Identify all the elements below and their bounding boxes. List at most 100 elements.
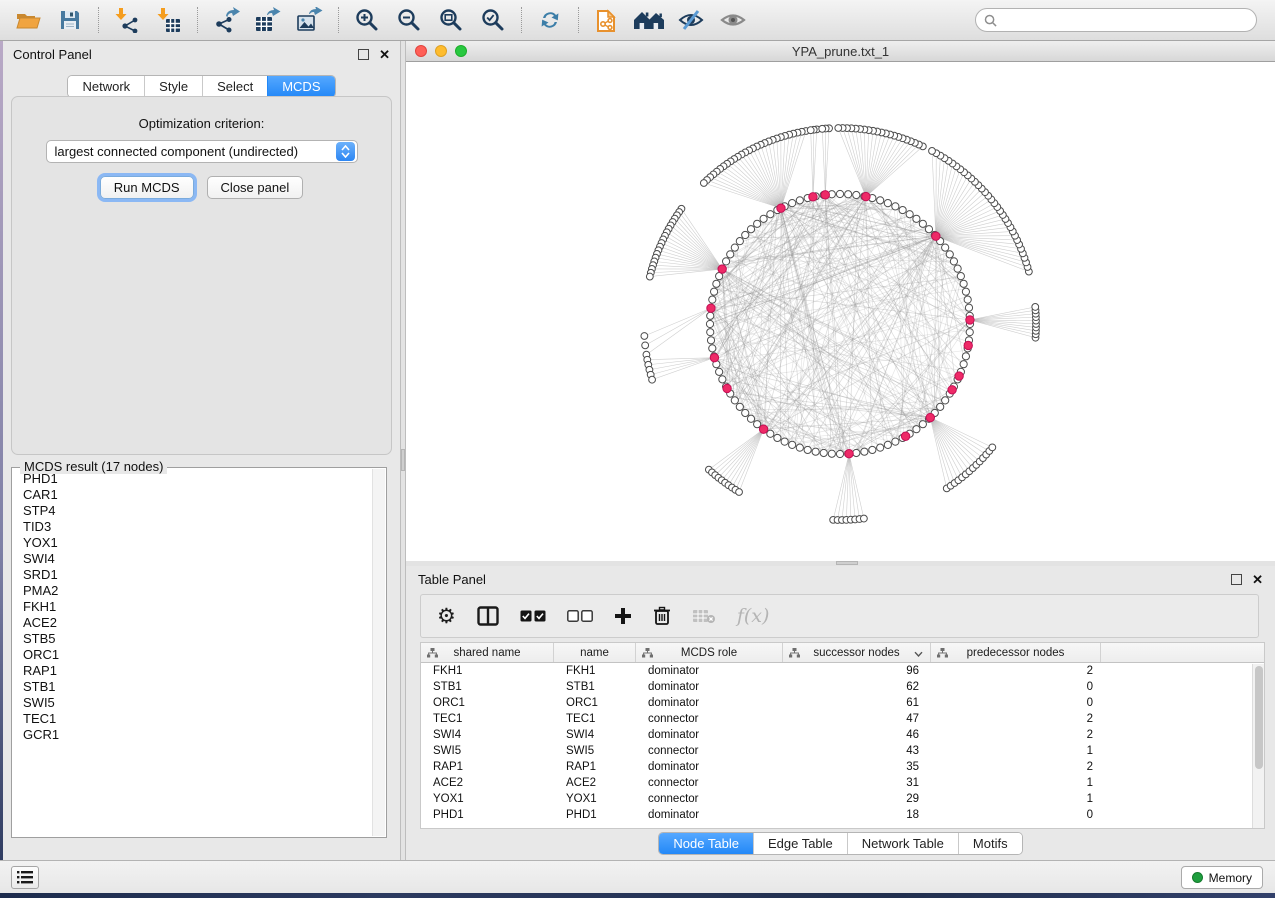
export-table-icon[interactable] (250, 4, 286, 36)
status-bar: Memory (0, 860, 1275, 893)
show-columns-icon[interactable] (477, 601, 499, 631)
result-node-item[interactable]: ORC1 (13, 647, 371, 663)
run-mcds-button[interactable]: Run MCDS (100, 176, 194, 199)
result-node-item[interactable]: SRD1 (13, 567, 371, 583)
deselect-all-icon[interactable] (567, 601, 593, 631)
table-panel-title: Table Panel (418, 572, 486, 587)
memory-button[interactable]: Memory (1181, 866, 1263, 889)
cell-predecessor-nodes: 1 (931, 743, 1101, 759)
column-header-name[interactable]: name (554, 643, 636, 662)
network-window-titlebar[interactable]: YPA_prune.txt_1 (406, 41, 1275, 62)
zoom-out-icon[interactable] (391, 4, 427, 36)
tab-select[interactable]: Select (202, 76, 267, 97)
splitter-grip[interactable] (836, 561, 858, 565)
cell-shared-name: RAP1 (421, 759, 554, 775)
cell-predecessor-nodes: 1 (931, 791, 1101, 807)
zoom-selected-icon[interactable] (475, 4, 511, 36)
column-header-successor-nodes[interactable]: successor nodes (783, 643, 931, 662)
save-icon[interactable] (52, 4, 88, 36)
zoom-in-icon[interactable] (349, 4, 385, 36)
column-header-shared-name[interactable]: shared name (421, 643, 554, 662)
result-node-item[interactable]: PHD1 (13, 471, 371, 487)
refresh-icon[interactable] (532, 4, 568, 36)
add-column-icon[interactable] (614, 601, 632, 631)
table-panel-tabs: Node TableEdge TableNetwork TableMotifs (658, 832, 1022, 855)
result-node-item[interactable]: RAP1 (13, 663, 371, 679)
toolbar-separator (98, 7, 99, 33)
scrollbar-thumb[interactable] (1255, 666, 1263, 769)
float-panel-icon[interactable] (358, 49, 369, 60)
task-history-button[interactable] (11, 866, 39, 889)
table-row[interactable]: ORC1ORC1dominator610 (421, 695, 1264, 711)
hide-eye-icon[interactable] (673, 4, 709, 36)
cell-shared-name: PHD1 (421, 807, 554, 823)
open-folder-icon[interactable] (10, 4, 46, 36)
cell-predecessor-nodes: 2 (931, 727, 1101, 743)
tab-mcds[interactable]: MCDS (267, 76, 334, 97)
close-panel-icon[interactable]: ✕ (379, 49, 390, 60)
cell-shared-name: YOX1 (421, 791, 554, 807)
selected-criterion: largest connected component (undirected) (47, 144, 336, 159)
select-all-icon[interactable] (520, 601, 546, 631)
close-panel-icon[interactable]: ✕ (1252, 574, 1263, 585)
delete-column-icon[interactable] (653, 601, 671, 631)
search-input[interactable] (1002, 13, 1248, 27)
desktop-edge (0, 893, 1275, 898)
network-canvas[interactable] (406, 62, 1275, 561)
optimization-criterion-select[interactable]: largest connected component (undirected) (46, 140, 358, 163)
result-node-item[interactable]: YOX1 (13, 535, 371, 551)
result-node-item[interactable]: CAR1 (13, 487, 371, 503)
show-eye-icon[interactable] (715, 4, 751, 36)
import-network-icon[interactable] (109, 4, 145, 36)
tab-node-table[interactable]: Node Table (659, 833, 753, 854)
table-row[interactable]: STB1STB1dominator620 (421, 679, 1264, 695)
network-file-icon[interactable] (589, 4, 625, 36)
result-node-item[interactable]: TID3 (13, 519, 371, 535)
table-row[interactable]: YOX1YOX1connector291 (421, 791, 1264, 807)
table-row[interactable]: SWI4SWI4dominator462 (421, 727, 1264, 743)
cell-successor-nodes: 96 (783, 663, 931, 679)
table-settings-gear-icon[interactable]: ⚙ (437, 601, 456, 631)
result-node-item[interactable]: STP4 (13, 503, 371, 519)
result-node-item[interactable]: TEC1 (13, 711, 371, 727)
result-node-item[interactable]: STB5 (13, 631, 371, 647)
zoom-fit-icon[interactable] (433, 4, 469, 36)
table-row[interactable]: ACE2ACE2connector311 (421, 775, 1264, 791)
cell-shared-name: SWI4 (421, 727, 554, 743)
result-node-item[interactable]: GCR1 (13, 727, 371, 743)
tab-network-table[interactable]: Network Table (847, 833, 958, 854)
splitter-grip[interactable] (401, 449, 405, 471)
close-panel-button[interactable]: Close panel (207, 176, 304, 199)
result-node-item[interactable]: PMA2 (13, 583, 371, 599)
result-list-scrollbar[interactable] (372, 469, 385, 836)
result-node-item[interactable]: ACE2 (13, 615, 371, 631)
table-row[interactable]: SWI5SWI5connector431 (421, 743, 1264, 759)
table-row[interactable]: TEC1TEC1connector472 (421, 711, 1264, 727)
cell-name: SWI4 (554, 727, 636, 743)
column-header-predecessor-nodes[interactable]: predecessor nodes (931, 643, 1101, 662)
tab-style[interactable]: Style (144, 76, 202, 97)
column-header-MCDS-role[interactable]: MCDS role (636, 643, 783, 662)
cell-successor-nodes: 47 (783, 711, 931, 727)
mcds-options-card: Optimization criterion: largest connecte… (11, 96, 392, 455)
float-panel-icon[interactable] (1231, 574, 1242, 585)
search-field[interactable] (975, 8, 1257, 32)
table-row[interactable]: RAP1RAP1dominator352 (421, 759, 1264, 775)
import-table-icon[interactable] (151, 4, 187, 36)
home-icon[interactable] (631, 4, 667, 36)
tab-motifs[interactable]: Motifs (958, 833, 1022, 854)
tab-edge-table[interactable]: Edge Table (753, 833, 847, 854)
table-row[interactable]: PHD1PHD1dominator180 (421, 807, 1264, 823)
tab-network[interactable]: Network (68, 76, 144, 97)
result-node-item[interactable]: SWI5 (13, 695, 371, 711)
cell-shared-name: STB1 (421, 679, 554, 695)
result-node-item[interactable]: FKH1 (13, 599, 371, 615)
result-node-item[interactable]: SWI4 (13, 551, 371, 567)
cell-predecessor-nodes: 2 (931, 759, 1101, 775)
export-network-icon[interactable] (208, 4, 244, 36)
table-scrollbar[interactable] (1252, 664, 1264, 828)
export-image-icon[interactable] (292, 4, 328, 36)
result-node-item[interactable]: STB1 (13, 679, 371, 695)
cell-name: STB1 (554, 679, 636, 695)
table-row[interactable]: FKH1FKH1dominator962 (421, 663, 1264, 679)
